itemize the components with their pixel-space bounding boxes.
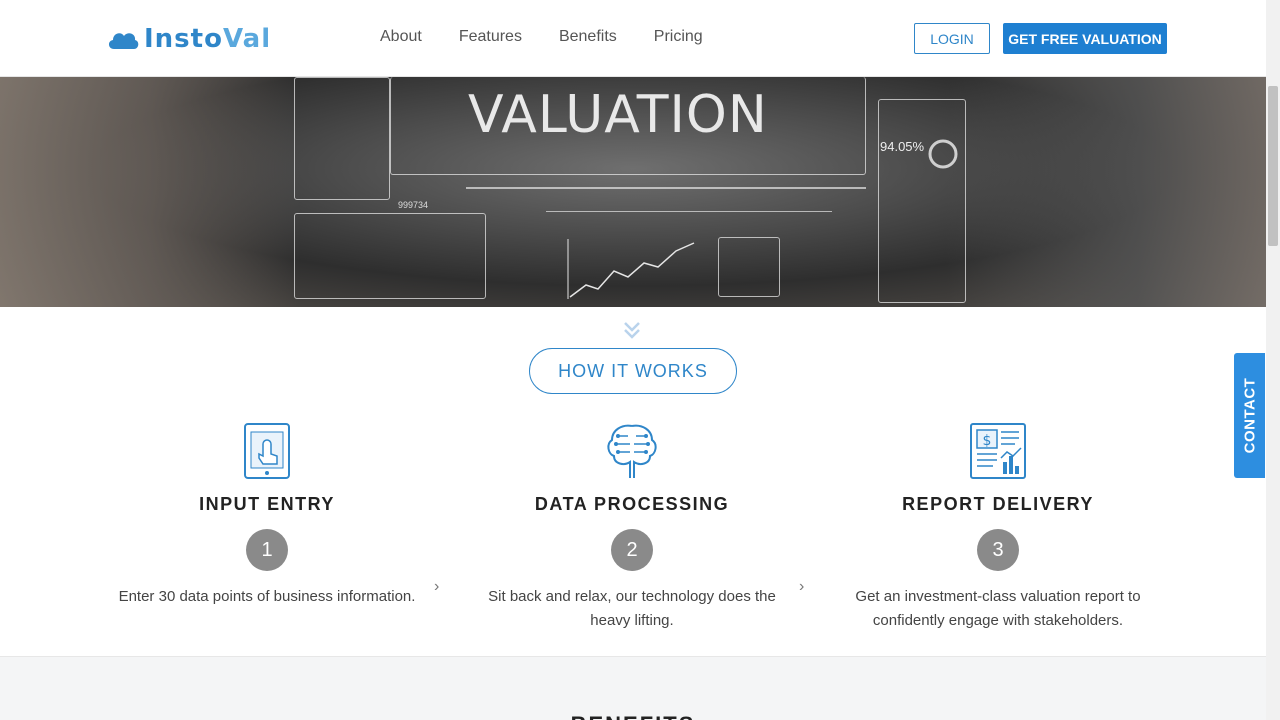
- step-number-badge: 3: [977, 529, 1019, 571]
- scrollbar-thumb[interactable]: [1268, 86, 1278, 246]
- logo-text-part1: Insto: [144, 24, 223, 54]
- how-it-works-button[interactable]: HOW IT WORKS: [529, 348, 737, 394]
- hero-panel-text: [294, 213, 486, 299]
- get-free-valuation-button[interactable]: GET FREE VALUATION: [1003, 23, 1167, 54]
- step-input-entry: INPUT ENTRY 1 Enter 30 data points of bu…: [112, 420, 422, 609]
- top-navbar: InstoVal About Features Benefits Pricing…: [0, 0, 1266, 77]
- step-title: INPUT ENTRY: [199, 494, 335, 514]
- hero-number: 999734: [398, 200, 429, 210]
- hero-blur-left: [0, 77, 300, 307]
- tablet-touch-icon: [244, 423, 290, 479]
- report-chart-icon: $: [970, 423, 1026, 479]
- hero-divider: [466, 187, 866, 189]
- contact-tab-label: CONTACT: [1241, 377, 1258, 454]
- hero-blur-right: [946, 77, 1266, 307]
- nav-link-about[interactable]: About: [380, 28, 422, 46]
- step-number-badge: 2: [611, 529, 653, 571]
- nav-link-benefits[interactable]: Benefits: [559, 28, 617, 46]
- svg-text:$: $: [983, 433, 992, 449]
- step-arrow-icon: ›: [799, 578, 805, 595]
- step-arrow-icon: ›: [434, 578, 440, 595]
- step-number-badge: 1: [246, 529, 288, 571]
- brain-circuit-icon: [607, 424, 657, 478]
- step-data-processing: DATA PROCESSING 2 Sit back and relax, ou…: [477, 420, 787, 633]
- hero-ruler: [546, 211, 832, 212]
- contact-tab[interactable]: CONTACT: [1234, 353, 1265, 478]
- logo-text: InstoVal: [144, 24, 271, 54]
- cloud-icon: [108, 33, 139, 49]
- hero-title: VALUATION: [468, 85, 768, 145]
- benefits-title: BENEFITS: [0, 712, 1266, 720]
- step-title: DATA PROCESSING: [534, 494, 730, 514]
- hero-banner: VALUATION 94.05% 999734: [0, 77, 1266, 307]
- hero-percent: 94.05%: [880, 139, 925, 154]
- hero-panel-right: [878, 99, 966, 303]
- instoval-logo[interactable]: InstoVal: [106, 24, 271, 54]
- hero-panel-left: [294, 77, 390, 200]
- hero-line-chart: [567, 239, 695, 299]
- step-description: Sit back and relax, our technology does …: [488, 588, 776, 629]
- nav-links: About Features Benefits Pricing: [380, 28, 740, 46]
- hero-panel-table: [718, 237, 780, 297]
- nav-link-pricing[interactable]: Pricing: [654, 28, 703, 46]
- page-scrollbar[interactable]: [1266, 0, 1280, 720]
- chevron-double-down-icon: [624, 322, 640, 339]
- step-description: Enter 30 data points of business informa…: [118, 588, 416, 605]
- nav-link-features[interactable]: Features: [459, 28, 522, 46]
- login-button[interactable]: LOGIN: [914, 23, 990, 54]
- logo-text-part2: Val: [222, 24, 272, 54]
- benefits-section: BENEFITS: [0, 656, 1266, 720]
- step-description: Get an investment-class valuation report…: [855, 588, 1141, 629]
- step-report-delivery: $ REPORT DELIVERY 3 Get an investment-cl…: [843, 420, 1153, 633]
- step-title: REPORT DELIVERY: [902, 494, 1094, 514]
- hero-gauge: [928, 139, 958, 169]
